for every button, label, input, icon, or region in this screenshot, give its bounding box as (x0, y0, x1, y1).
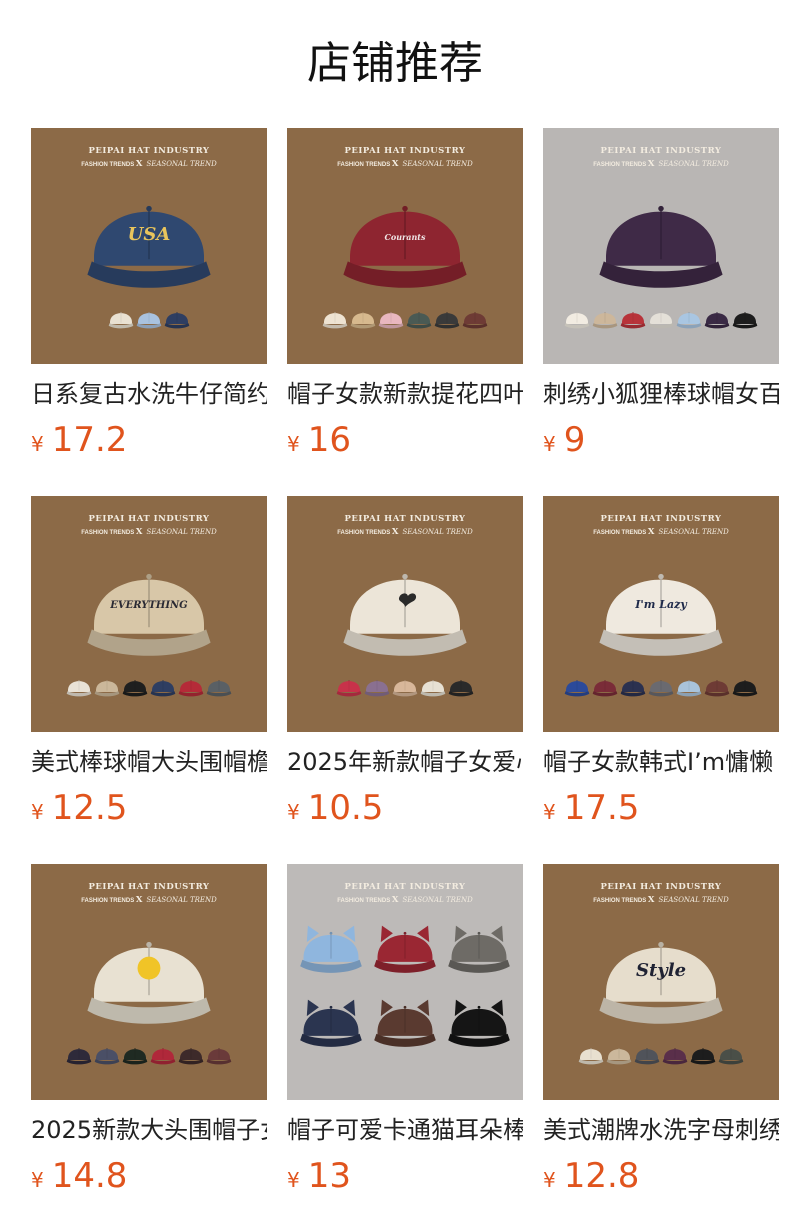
currency-symbol: ¥ (287, 1168, 300, 1192)
product-image[interactable]: PEIPAI HAT INDUSTRY FASHION TRENDS X SEAS… (287, 496, 523, 732)
cap-photo: PEIPAI HAT INDUSTRYFASHION TRENDS X SEAS… (287, 496, 523, 732)
currency-symbol: ¥ (287, 432, 300, 456)
cat-ear-cap (448, 999, 510, 1047)
cap-logo: EVERYTHING (109, 600, 188, 611)
price-amount: 16 (307, 420, 351, 460)
currency-symbol: ¥ (31, 432, 44, 456)
brand-name: PEIPAI HAT INDUSTRY (601, 514, 722, 524)
product-name[interactable]: 日系复古水洗牛仔简约 (31, 378, 267, 410)
cat-ear-cap (300, 999, 362, 1047)
cap-logo: ● (136, 949, 162, 984)
brand-name: PEIPAI HAT INDUSTRY (601, 146, 722, 156)
currency-symbol: ¥ (31, 1168, 44, 1192)
product-image[interactable]: PEIPAI HAT INDUSTRY FASHION TRENDS X SEAS… (31, 128, 267, 364)
product-image[interactable]: PEIPAI HAT INDUSTRY FASHION TRENDS X SEAS… (543, 128, 779, 364)
product-card[interactable]: PEIPAI HAT INDUSTRY FASHION TRENDS X SEAS… (287, 128, 523, 466)
product-name[interactable]: 帽子女款新款提花四叶 (287, 378, 523, 410)
price-amount: 12.8 (563, 1156, 640, 1196)
cat-ear-cap (374, 999, 436, 1047)
product-image[interactable]: PEIPAI HAT INDUSTRY FASHION TRENDS X SEAS… (543, 496, 779, 732)
brand-name: PEIPAI HAT INDUSTRY (89, 146, 210, 156)
product-card[interactable]: PEIPAI HAT INDUSTRY FASHION TRENDS X SEAS… (543, 496, 779, 834)
price-amount: 9 (563, 420, 586, 460)
currency-symbol: ¥ (543, 1168, 556, 1192)
brand-name: PEIPAI HAT INDUSTRY (345, 514, 466, 524)
brand-name: PEIPAI HAT INDUSTRY (89, 882, 210, 892)
brand-name: PEIPAI HAT INDUSTRY (601, 882, 722, 892)
product-name[interactable]: 帽子女款韩式I’m慵懒 (543, 746, 779, 778)
product-price: ¥12.8 (543, 1156, 779, 1202)
cat-ear-cap (374, 925, 436, 973)
cap-logo: I'm Lazy (634, 598, 688, 611)
cap-photo: PEIPAI HAT INDUSTRYFASHION TRENDS X SEAS… (31, 864, 267, 1100)
cap-photo: PEIPAI HAT INDUSTRYFASHION TRENDS X SEAS… (543, 864, 779, 1100)
cap-logo: Style (636, 960, 686, 981)
currency-symbol: ¥ (543, 432, 556, 456)
product-name[interactable]: 帽子可爱卡通猫耳朵棒 (287, 1114, 523, 1146)
currency-symbol: ¥ (287, 800, 300, 824)
cap-logo: USA (128, 224, 171, 245)
product-price: ¥12.5 (31, 788, 267, 834)
product-card[interactable]: PEIPAI HAT INDUSTRY FASHION TRENDS X SEAS… (31, 128, 267, 466)
price-amount: 14.8 (51, 1156, 128, 1196)
product-name[interactable]: 刺绣小狐狸棒球帽女百 (543, 378, 779, 410)
price-amount: 12.5 (51, 788, 128, 828)
price-amount: 13 (307, 1156, 351, 1196)
product-image[interactable]: PEIPAI HAT INDUSTRY FASHION TRENDS X SEAS… (287, 864, 523, 1100)
cat-ear-cap (300, 925, 362, 973)
product-image[interactable]: PEIPAI HAT INDUSTRY FASHION TRENDS X SEAS… (287, 128, 523, 364)
product-card[interactable]: PEIPAI HAT INDUSTRY FASHION TRENDS X SEAS… (31, 496, 267, 834)
cap-photo: PEIPAI HAT INDUSTRYFASHION TRENDS X SEAS… (287, 864, 523, 1100)
brand-name: PEIPAI HAT INDUSTRY (89, 514, 210, 524)
cap-logo: Courants (385, 232, 426, 242)
product-card[interactable]: PEIPAI HAT INDUSTRY FASHION TRENDS X SEAS… (287, 496, 523, 834)
product-price: ¥16 (287, 420, 523, 466)
brand-name: PEIPAI HAT INDUSTRY (345, 146, 466, 156)
product-card[interactable]: PEIPAI HAT INDUSTRY FASHION TRENDS X SEAS… (543, 864, 779, 1202)
currency-symbol: ¥ (31, 800, 44, 824)
cap-photo: PEIPAI HAT INDUSTRYFASHION TRENDS X SEAS… (31, 128, 267, 364)
cap-logo: ❤ (396, 588, 417, 614)
cap-photo: PEIPAI HAT INDUSTRYFASHION TRENDS X SEAS… (287, 128, 523, 364)
product-image[interactable]: PEIPAI HAT INDUSTRY FASHION TRENDS X SEAS… (31, 864, 267, 1100)
product-price: ¥9 (543, 420, 779, 466)
product-image[interactable]: PEIPAI HAT INDUSTRY FASHION TRENDS X SEAS… (31, 496, 267, 732)
product-image[interactable]: PEIPAI HAT INDUSTRY FASHION TRENDS X SEAS… (543, 864, 779, 1100)
currency-symbol: ¥ (543, 800, 556, 824)
product-price: ¥10.5 (287, 788, 523, 834)
brand-name: PEIPAI HAT INDUSTRY (345, 882, 466, 892)
product-price: ¥14.8 (31, 1156, 267, 1202)
price-amount: 10.5 (307, 788, 384, 828)
product-price: ¥17.2 (31, 420, 267, 466)
product-card[interactable]: PEIPAI HAT INDUSTRY FASHION TRENDS X SEAS… (543, 128, 779, 466)
price-amount: 17.5 (563, 788, 640, 828)
product-name[interactable]: 2025年新款帽子女爱心 (287, 746, 523, 778)
product-name[interactable]: 2025新款大头围帽子女 (31, 1114, 267, 1146)
page-title: 店铺推荐 (307, 38, 483, 89)
cap-photo: PEIPAI HAT INDUSTRYFASHION TRENDS X SEAS… (543, 128, 779, 364)
cap-photo: PEIPAI HAT INDUSTRYFASHION TRENDS X SEAS… (31, 496, 267, 732)
product-name[interactable]: 美式棒球帽大头围帽檐 (31, 746, 267, 778)
product-card[interactable]: PEIPAI HAT INDUSTRY FASHION TRENDS X SEAS… (287, 864, 523, 1202)
product-price: ¥13 (287, 1156, 523, 1202)
product-price: ¥17.5 (543, 788, 779, 834)
cat-ear-cap (448, 925, 510, 973)
product-name[interactable]: 美式潮牌水洗字母刺绣 (543, 1114, 779, 1146)
price-amount: 17.2 (51, 420, 128, 460)
cap-photo: PEIPAI HAT INDUSTRYFASHION TRENDS X SEAS… (543, 496, 779, 732)
product-card[interactable]: PEIPAI HAT INDUSTRY FASHION TRENDS X SEAS… (31, 864, 267, 1202)
